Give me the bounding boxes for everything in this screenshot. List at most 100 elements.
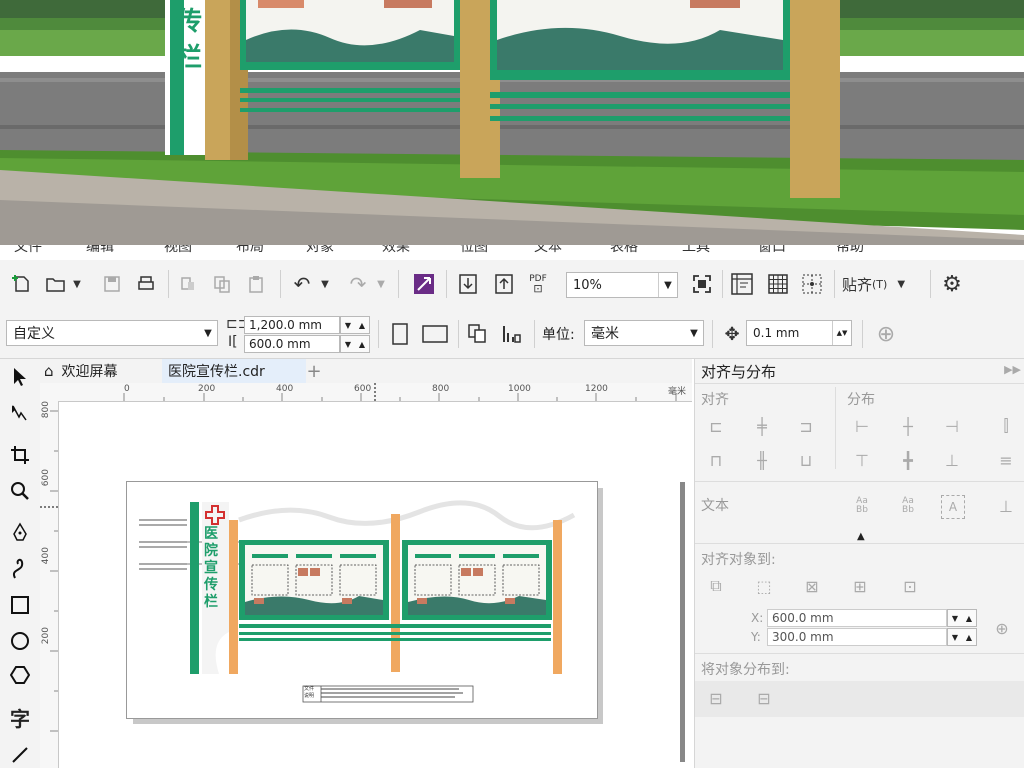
align-top-icon[interactable]: ⊓ [705, 449, 727, 471]
polygon-tool-icon[interactable] [6, 661, 34, 689]
zoom-level-combo[interactable]: 10% ▼ [566, 272, 678, 298]
pen-tool-icon[interactable] [6, 519, 34, 547]
distribute-right-icon[interactable]: ⊣ [941, 415, 963, 437]
pick-tool-icon[interactable] [6, 363, 34, 391]
sign-title-text[interactable]: 医院宣传栏 [204, 526, 220, 611]
align-center-v-icon[interactable]: ╫ [751, 449, 773, 471]
vertical-ruler[interactable]: 800 600 400 200 [40, 401, 59, 768]
align-left-icon[interactable]: ⊏ [705, 415, 727, 437]
save-icon[interactable] [98, 270, 126, 298]
menu-file[interactable]: 文件 [14, 245, 42, 256]
distribute-top-icon[interactable]: ⊤ [851, 449, 873, 471]
line-tool-icon[interactable] [6, 741, 34, 769]
unit-combo[interactable]: 毫米 ▼ [584, 320, 704, 346]
grid-icon[interactable] [764, 270, 792, 298]
text-tool-icon[interactable]: 字 [6, 703, 34, 731]
shape-tool-icon[interactable] [6, 399, 34, 427]
align-right-icon[interactable]: ⊐ [795, 415, 817, 437]
chevron-down-icon[interactable]: ▼ [685, 321, 703, 345]
snap-to-button[interactable]: 贴齐 (T) ▼ [842, 270, 922, 298]
undo-icon[interactable]: ↶ [288, 270, 316, 298]
nudge-stepper[interactable]: ▲▼ [832, 321, 851, 345]
menu-effects[interactable]: 效果 [382, 245, 410, 256]
open-folder-icon[interactable] [42, 270, 70, 298]
open-dropdown-icon[interactable]: ▼ [70, 270, 84, 298]
portrait-icon[interactable] [386, 320, 414, 348]
undo-dropdown-icon[interactable]: ▼ [318, 270, 332, 298]
vertical-scrollbar[interactable] [680, 482, 685, 762]
page-width-input[interactable]: 1,200.0 mm [244, 316, 340, 334]
guidelines-icon[interactable] [798, 270, 826, 298]
tab-document[interactable]: 医院宣传栏.cdr [162, 359, 306, 383]
distribute-to-selection-icon[interactable]: ⊟ [705, 687, 727, 709]
menu-table[interactable]: 表格 [610, 245, 638, 256]
redo-icon[interactable]: ↷ [344, 270, 372, 298]
menu-layout[interactable]: 布局 [236, 245, 264, 256]
menu-object[interactable]: 对象 [306, 245, 334, 256]
distribute-bottom-icon[interactable]: ⊥ [941, 449, 963, 471]
distribute-spacing-h-icon[interactable]: ⫿ [995, 415, 1017, 437]
y-position-input[interactable]: 300.0 mm [767, 628, 947, 646]
distribute-to-page-icon[interactable]: ⊟ [753, 687, 775, 709]
align-to-point-icon[interactable]: ⊡ [899, 575, 921, 597]
x-position-input[interactable]: 600.0 mm [767, 609, 947, 627]
menu-edit[interactable]: 编辑 [86, 245, 114, 256]
rectangle-tool-icon[interactable] [6, 591, 34, 619]
page-width-stepper[interactable]: ▼ ▲ [340, 316, 370, 334]
curve-tool-icon[interactable] [6, 555, 34, 583]
y-position-stepper[interactable]: ▼ ▲ [947, 628, 977, 646]
publish-pdf-icon[interactable]: PDF ⊡ [524, 270, 552, 298]
menu-text[interactable]: 文本 [534, 245, 562, 256]
chevron-down-icon[interactable]: ▼ [199, 321, 217, 345]
distribute-center-icon[interactable]: ┼ [897, 415, 919, 437]
align-bottom-icon[interactable]: ⊔ [795, 449, 817, 471]
add-preset-icon[interactable]: ⊕ [872, 320, 900, 348]
align-to-grid-icon[interactable]: ⊞ [849, 575, 871, 597]
menu-tools[interactable]: 工具 [682, 245, 710, 256]
ellipse-tool-icon[interactable] [6, 627, 34, 655]
distribute-left-icon[interactable]: ⊢ [851, 415, 873, 437]
text-bounding-box-icon[interactable]: A [941, 495, 965, 519]
page-height-stepper[interactable]: ▼ ▲ [340, 335, 370, 353]
crop-tool-icon[interactable] [6, 441, 34, 469]
export-file-icon[interactable] [490, 270, 518, 298]
import-file-icon[interactable] [454, 270, 482, 298]
import-icon[interactable] [410, 270, 438, 298]
align-center-h-icon[interactable]: ╪ [751, 415, 773, 437]
text-baseline-icon[interactable]: Aa Bb [851, 495, 873, 517]
menu-help[interactable]: 帮助 [836, 245, 864, 256]
page-preset-combo[interactable]: 自定义 ▼ [6, 320, 218, 346]
text-first-line-icon[interactable]: Aa Bb [897, 495, 919, 517]
align-to-active-object-icon[interactable]: ⧉ [705, 575, 727, 597]
new-document-icon[interactable] [8, 270, 36, 298]
all-pages-icon[interactable] [464, 320, 492, 348]
menu-bitmaps[interactable]: 位图 [460, 245, 488, 256]
new-tab-button[interactable]: + [304, 359, 324, 383]
x-position-stepper[interactable]: ▼ ▲ [947, 609, 977, 627]
copy-icon[interactable] [208, 270, 236, 298]
menu-window[interactable]: 窗口 [758, 245, 786, 256]
target-point-icon[interactable]: ⊕ [991, 617, 1013, 639]
rulers-icon[interactable] [728, 270, 756, 298]
cut-icon[interactable] [174, 270, 202, 298]
distribute-spacing-v-icon[interactable]: ≡ [995, 449, 1017, 471]
align-to-page-center-icon[interactable]: ⊠ [801, 575, 823, 597]
drawing-canvas[interactable]: 医院宣传栏 文件 说明 [59, 402, 681, 768]
zoom-tool-icon[interactable] [6, 477, 34, 505]
full-screen-icon[interactable] [688, 270, 716, 298]
chevron-down-icon[interactable]: ▼ [658, 273, 677, 297]
page-height-input[interactable]: 600.0 mm [244, 335, 340, 353]
print-icon[interactable] [132, 270, 160, 298]
redo-dropdown-icon[interactable]: ▼ [374, 270, 388, 298]
distribute-middle-icon[interactable]: ╋ [897, 449, 919, 471]
text-guide-icon[interactable]: ⊥ [995, 495, 1017, 517]
gear-icon[interactable]: ⚙ [938, 270, 966, 298]
horizontal-ruler[interactable]: 0 200 400 600 800 1000 1200 毫米 [40, 383, 692, 402]
align-to-page-edge-icon[interactable]: ⬚ [753, 575, 775, 597]
collapse-arrow-icon[interactable]: ▲ [857, 531, 865, 542]
tab-welcome-screen[interactable]: ⌂ 欢迎屏幕 [44, 359, 162, 383]
landscape-icon[interactable] [420, 320, 450, 348]
current-page-icon[interactable] [498, 320, 526, 348]
menu-view[interactable]: 视图 [164, 245, 192, 256]
docker-collapse-icon[interactable]: ▶▶ [1004, 363, 1021, 376]
